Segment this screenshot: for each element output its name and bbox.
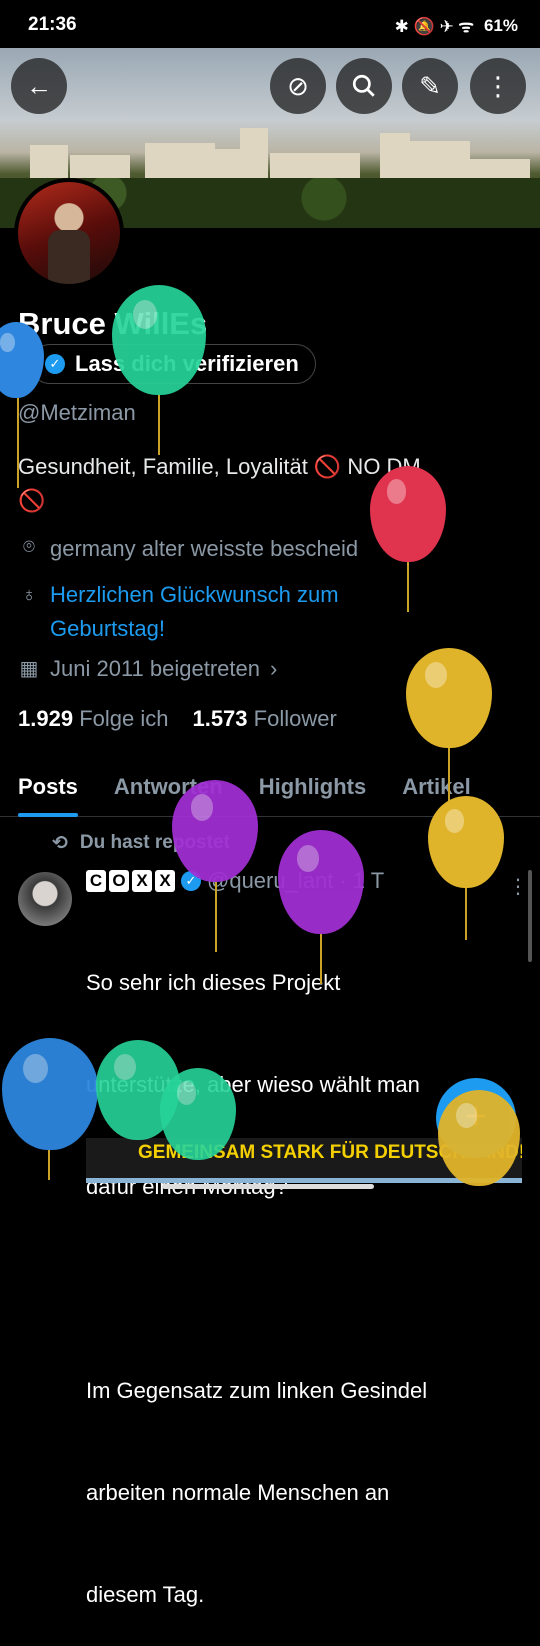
balloon-decoration	[2, 1038, 98, 1150]
followers-link[interactable]: 1.573 Follower	[192, 706, 336, 732]
balloon-decoration	[172, 780, 258, 882]
search-icon	[352, 74, 375, 97]
scrollbar[interactable]	[528, 870, 532, 962]
balloon-decoration	[428, 796, 504, 888]
location-pin-icon: ⌾	[23, 536, 35, 558]
followers-label: Follower	[253, 706, 337, 731]
gesture-nav-bar[interactable]	[162, 1184, 374, 1189]
balloon-decoration	[406, 648, 492, 748]
more-button[interactable]: ⋮	[470, 58, 526, 114]
post-author-avatar[interactable]	[18, 872, 72, 926]
balloon-decoration	[370, 466, 446, 562]
author-letter: O	[109, 870, 129, 892]
bio-line: 🚫	[18, 488, 46, 513]
post-text-line: So sehr ich dieses Projekt	[86, 970, 341, 995]
edit-button[interactable]: ✎	[402, 58, 458, 114]
post-text-line: arbeiten normale Menschen an	[86, 1480, 390, 1505]
profile-avatar[interactable]	[14, 178, 124, 288]
author-letter: X	[132, 870, 152, 892]
arrow-left-icon: ←	[26, 70, 52, 101]
status-bar: 21:36 ✱ 🔕 ✈ ᯤ 61%	[0, 0, 540, 50]
location-text: germany alter weisste bescheid	[50, 536, 359, 561]
profile-handle: @Metziman	[18, 400, 136, 425]
profile-joined[interactable]: ▦ Juni 2011 beigetreten ›	[18, 656, 278, 682]
bio-line: Gesundheit, Familie, Loyalität 🚫 NO DM	[18, 454, 421, 479]
verified-badge-icon: ✓	[45, 354, 65, 374]
post-more-icon[interactable]: ⋮	[508, 874, 528, 899]
post-text-line: Im Gegensatz zum linken Gesindel	[86, 1378, 428, 1403]
profile-bio: Gesundheit, Familie, Loyalität 🚫 NO DM 🚫	[18, 450, 528, 518]
birthday-text-line: Herzlichen Glückwunsch zum	[50, 582, 339, 607]
following-label: Folge ich	[79, 706, 169, 731]
post-text-line: diesem Tag.	[86, 1582, 205, 1607]
balloon-icon: ♁	[21, 584, 37, 606]
back-button[interactable]: ←	[11, 58, 67, 114]
grok-icon: ⊘	[287, 70, 309, 101]
profile-birthday[interactable]: ♁ Herzlichen Glückwunsch zum Geburtstag!	[18, 578, 339, 646]
tab-highlights[interactable]: Highlights	[241, 768, 385, 816]
post-author-name[interactable]: C O X X	[86, 870, 175, 892]
followers-count: 1.573	[192, 706, 248, 731]
status-time: 21:36	[28, 14, 77, 35]
follow-stats: 1.929 Folge ich 1.573 Follower	[18, 706, 337, 732]
status-icon-group: ✱ 🔕 ✈ ᯤ	[394, 17, 474, 36]
author-letter: X	[155, 870, 175, 892]
pencil-icon: ✎	[419, 70, 441, 101]
following-link[interactable]: 1.929 Folge ich	[18, 706, 168, 732]
repost-icon: ⟲	[52, 833, 68, 854]
tab-posts[interactable]: Posts	[0, 768, 96, 817]
status-icons: ✱ 🔕 ✈ ᯤ 61%	[395, 14, 518, 37]
birthday-text-line: Geburtstag!	[50, 616, 165, 641]
post-text[interactable]: So sehr ich dieses Projekt unterstütze, …	[86, 898, 516, 1646]
profile-location: ⌾ germany alter weisste bescheid	[18, 536, 358, 562]
chevron-right-icon: ›	[269, 656, 278, 681]
search-button[interactable]	[336, 58, 392, 114]
author-letter: C	[86, 870, 106, 892]
joined-text: Juni 2011 beigetreten	[50, 656, 260, 681]
more-vertical-icon: ⋮	[485, 70, 511, 101]
following-count: 1.929	[18, 706, 74, 731]
grok-button[interactable]: ⊘	[270, 58, 326, 114]
calendar-icon: ▦	[19, 658, 39, 680]
balloon-decoration	[0, 322, 44, 398]
battery-indicator: 61%	[483, 15, 518, 35]
